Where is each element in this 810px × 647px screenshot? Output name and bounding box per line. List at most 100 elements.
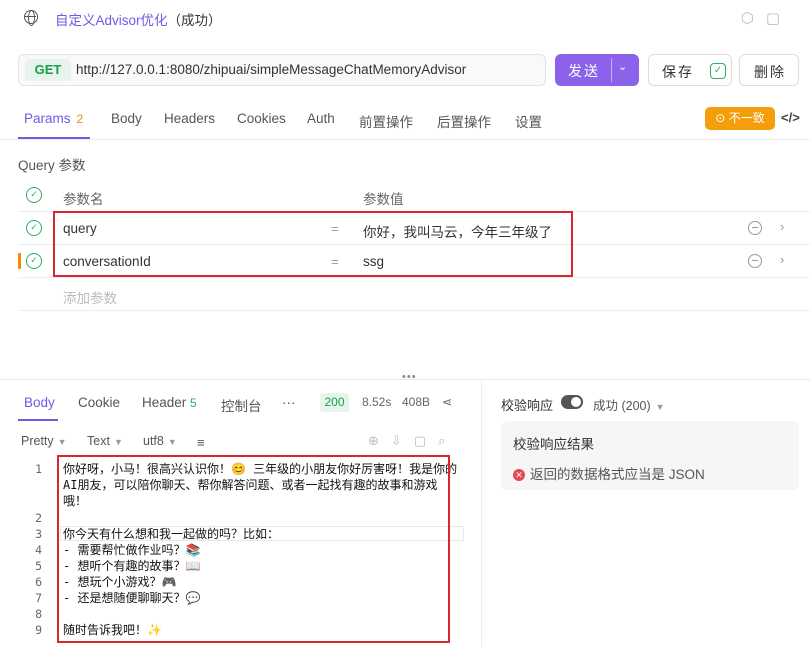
- validation-error: ✕ 返回的数据格式应当是 JSON: [513, 463, 705, 483]
- line-number: 9: [35, 623, 42, 637]
- download-icon[interactable]: ⇩: [391, 433, 414, 448]
- body-actions: ⊕⇩▢⌕: [368, 433, 457, 449]
- line-number: 3: [35, 527, 42, 541]
- tab-headers[interactable]: Headers: [164, 111, 215, 126]
- select-value: Pretty: [21, 434, 54, 448]
- select-value: utf8: [143, 434, 164, 448]
- tab-count: 2: [76, 112, 84, 126]
- copy-icon[interactable]: ▢: [766, 10, 792, 27]
- line-number: 5: [35, 559, 42, 573]
- delete-button[interactable]: 删除: [739, 54, 799, 86]
- error-message: 返回的数据格式应当是 JSON: [530, 467, 705, 482]
- tab-settings[interactable]: 设置: [515, 111, 542, 131]
- line-number: 8: [35, 607, 42, 621]
- params-header-row: ✓ 参数名 参数值: [18, 179, 810, 212]
- resp-tab-body[interactable]: Body: [24, 395, 55, 410]
- send-label: 发送: [568, 63, 600, 79]
- divider: [611, 58, 612, 82]
- chevron-down-icon: ▼: [113, 437, 123, 447]
- save-button[interactable]: 保存 ✓: [648, 54, 732, 86]
- select-value: Text: [87, 434, 110, 448]
- mismatch-label: 不一致: [728, 111, 765, 125]
- vertical-divider: [481, 380, 482, 647]
- resp-tab-cookie[interactable]: Cookie: [78, 395, 120, 410]
- active-tab-indicator: [18, 419, 58, 421]
- response-size: 408B: [402, 395, 431, 409]
- request-name: 自定义Advisor优化: [55, 13, 168, 28]
- validate-toggle[interactable]: [561, 395, 583, 409]
- line-number: 6: [35, 575, 42, 589]
- tab-pre-script[interactable]: 前置操作: [359, 111, 413, 131]
- chevron-down-icon: ▼: [655, 402, 665, 412]
- error-icon: ✕: [513, 469, 525, 481]
- pretty-select[interactable]: Pretty ▼: [21, 434, 67, 448]
- validation-result-card: 校验响应结果 ✕ 返回的数据格式应当是 JSON: [501, 421, 799, 490]
- more-tabs-icon[interactable]: ···: [282, 395, 296, 410]
- resp-tab-console[interactable]: 控制台: [221, 395, 262, 415]
- line-number: 1: [35, 462, 42, 476]
- search-icon[interactable]: ⌕: [438, 433, 457, 448]
- select-all-checkbox[interactable]: ✓: [26, 187, 42, 203]
- chevron-right-icon[interactable]: ›: [780, 219, 784, 234]
- highlight-box: [53, 211, 573, 277]
- save-label: 保存: [662, 64, 694, 80]
- warning-icon: ⊙: [715, 111, 729, 125]
- method-selector[interactable]: GET: [25, 59, 71, 81]
- title-bar: 自定义Advisor优化（成功） ⬡▢: [0, 0, 810, 36]
- tab-label: Params: [24, 111, 71, 126]
- encoding-select[interactable]: utf8 ▼: [143, 434, 177, 448]
- tab-count: 5: [190, 396, 197, 410]
- chevron-down-icon: ▼: [57, 437, 67, 447]
- request-title[interactable]: 自定义Advisor优化（成功）: [55, 9, 222, 29]
- request-tabs: Params 2 Body Headers Cookies Auth 前置操作 后…: [0, 100, 810, 140]
- status-code-badge: 200: [320, 393, 349, 412]
- code-icon[interactable]: </>: [781, 110, 800, 125]
- tab-cookies[interactable]: Cookies: [237, 111, 286, 126]
- highlight-box: [57, 455, 450, 643]
- copy-icon[interactable]: ▢: [414, 433, 438, 448]
- chevron-right-icon[interactable]: ›: [780, 252, 784, 267]
- response-time: 8.52s: [362, 395, 392, 409]
- param-name-header: 参数名: [63, 192, 104, 207]
- tab-label: Header: [142, 395, 187, 410]
- title-actions: ⬡▢: [741, 9, 792, 27]
- resp-tab-header[interactable]: Header 5: [142, 395, 197, 410]
- remove-param-icon[interactable]: [748, 221, 762, 235]
- upload-icon[interactable]: ⊕: [368, 433, 391, 448]
- add-param-input[interactable]: 添加参数: [63, 287, 117, 307]
- chevron-down-icon[interactable]: ⌄: [618, 60, 627, 73]
- validate-response-label: 校验响应: [501, 398, 554, 413]
- remove-param-icon[interactable]: [748, 254, 762, 268]
- validation-status-select[interactable]: 成功 (200) ▼: [593, 395, 665, 414]
- share-icon[interactable]: ⋖: [442, 395, 452, 409]
- globe-icon: [24, 9, 38, 26]
- tab-post-script[interactable]: 后置操作: [437, 111, 491, 131]
- chevron-down-icon: ▼: [167, 437, 177, 447]
- url-bar[interactable]: GET http://127.0.0.1:8080/zhipuai/simple…: [18, 54, 546, 86]
- line-number: 4: [35, 543, 42, 557]
- request-status: （成功）: [167, 13, 222, 28]
- send-button[interactable]: 发送 ⌄: [555, 54, 639, 86]
- type-select[interactable]: Text ▼: [87, 434, 123, 448]
- param-value-header: 参数值: [363, 192, 404, 207]
- tab-body[interactable]: Body: [111, 111, 142, 126]
- share-icon[interactable]: ⬡: [741, 10, 766, 27]
- modified-indicator: [18, 253, 21, 269]
- line-number: 7: [35, 591, 42, 605]
- active-tab-indicator: [18, 137, 90, 139]
- query-section-title: Query 参数: [18, 158, 86, 173]
- url-input[interactable]: http://127.0.0.1:8080/zhipuai/simpleMess…: [76, 62, 466, 77]
- line-number: 2: [35, 511, 42, 525]
- tab-auth[interactable]: Auth: [307, 111, 335, 126]
- wrap-icon[interactable]: ≡: [197, 435, 205, 450]
- add-param-row: 添加参数: [18, 278, 810, 311]
- tab-params[interactable]: Params 2: [24, 111, 83, 126]
- validation-result-title: 校验响应结果: [513, 437, 594, 452]
- param-checkbox[interactable]: ✓: [26, 253, 42, 269]
- param-checkbox[interactable]: ✓: [26, 220, 42, 236]
- mismatch-badge[interactable]: ⊙ 不一致: [705, 107, 775, 130]
- select-value: 成功 (200): [593, 399, 651, 413]
- delete-label: 删除: [754, 64, 786, 80]
- drag-handle-icon[interactable]: •••: [402, 371, 417, 383]
- check-icon: ✓: [710, 63, 726, 79]
